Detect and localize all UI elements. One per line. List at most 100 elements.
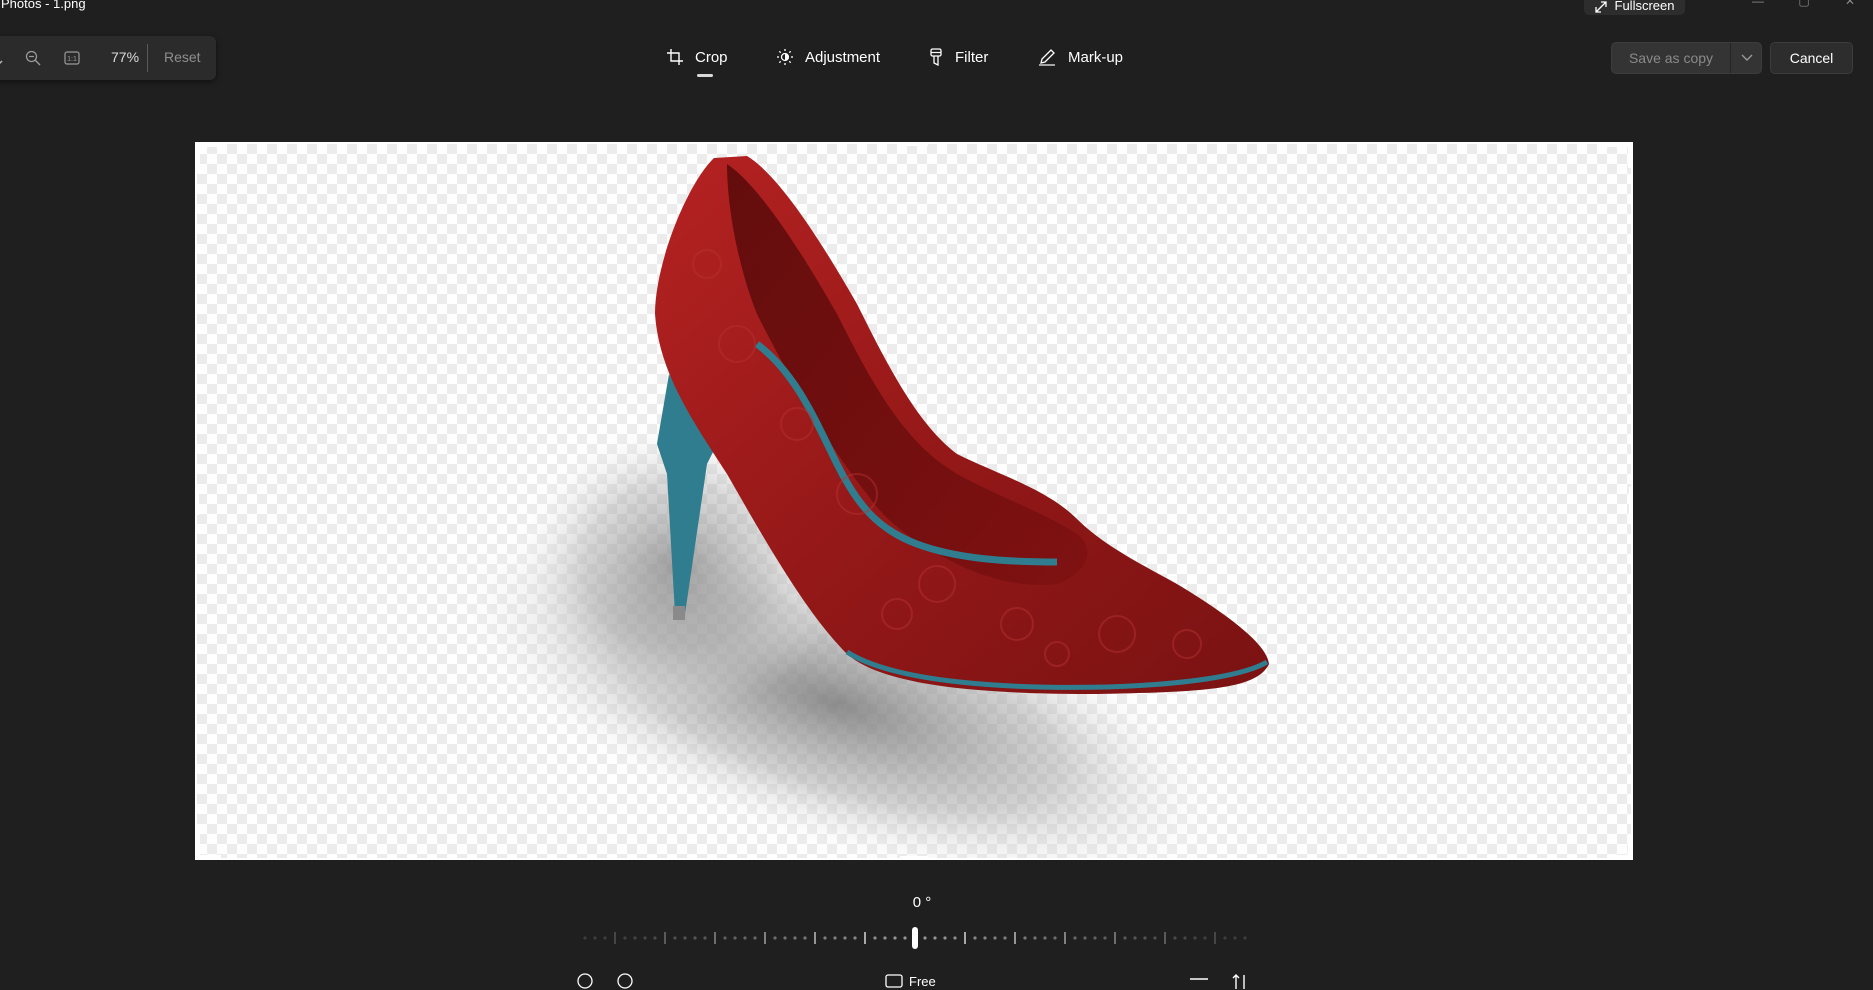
aspect-ratio-dropdown[interactable]: Free [885,972,936,990]
maximize-icon[interactable]: ▢ [1794,0,1814,8]
rotation-minor-tick [943,936,947,940]
rotate-right-icon [617,973,633,989]
rotation-minor-tick [1123,936,1127,940]
crop-handle-left[interactable] [195,487,199,515]
crop-handle-bottom[interactable] [900,856,928,860]
rotation-minor-tick [743,936,747,940]
rotation-minor-tick [593,936,597,940]
minimize-icon[interactable]: — [1748,0,1768,8]
rotation-slider[interactable] [570,924,1260,952]
rotation-minor-tick [683,936,687,940]
crop-handle-top[interactable] [900,142,928,146]
rotation-minor-tick [1003,936,1007,940]
divider [147,44,148,72]
rotation-major-tick [614,932,616,944]
rotation-minor-tick [733,936,737,940]
rotation-minor-tick [833,936,837,940]
rotation-minor-tick [1043,936,1047,940]
tab-filter[interactable]: Filter [929,44,988,70]
rotation-minor-tick [783,936,787,940]
tab-crop[interactable]: Crop [667,44,728,77]
rotation-minor-tick [623,936,627,940]
rotation-minor-tick [693,936,697,940]
rotation-minor-tick [923,936,927,940]
rotation-minor-tick [803,936,807,940]
rotation-minor-tick [883,936,887,940]
rotation-thumb [912,927,918,949]
save-label: Save as copy [1628,50,1714,66]
zoom-out-icon[interactable] [22,47,44,69]
save-options-dropdown[interactable] [1731,43,1762,73]
crop-handle-bottom-right-vertical[interactable] [1628,834,1633,860]
rotation-minor-tick [1183,936,1187,940]
flip-horizontal-button[interactable] [1189,972,1209,990]
chevron-down-icon [1741,54,1752,61]
rotation-minor-tick [1223,936,1227,940]
rotation-minor-tick [823,936,827,940]
rotation-major-tick [1164,932,1166,944]
rotation-minor-tick [583,936,587,940]
rotation-minor-tick [933,936,937,940]
rotation-minor-tick [843,936,847,940]
cancel-button[interactable]: Cancel [1770,42,1853,74]
rotation-minor-tick [1233,936,1237,940]
pen-icon [1039,49,1055,66]
rotation-minor-tick [1073,936,1077,940]
expand-icon [1594,1,1607,13]
rotation-minor-tick [703,936,707,940]
crop-icon [667,49,683,65]
rotation-value: 0 ° [912,894,932,911]
rotation-minor-tick [953,936,957,940]
fullscreen-label: Fullscreen [1614,0,1675,13]
rotation-minor-tick [1083,936,1087,940]
rotation-minor-tick [723,936,727,940]
image-canvas[interactable] [197,144,1631,858]
crop-handle-bottom-left-vertical[interactable] [195,834,200,860]
flip-vertical-button[interactable] [1232,972,1248,990]
rotation-major-tick [664,932,666,944]
rotation-minor-tick [633,936,637,940]
rotation-major-tick [864,932,866,944]
rotation-major-tick [1214,932,1216,944]
active-tab-indicator [697,74,713,77]
crop-handle-right[interactable] [1629,487,1633,515]
rotation-major-tick [1114,932,1116,944]
close-icon[interactable]: ✕ [1840,0,1860,8]
tab-adjustment-label: Adjustment [805,48,881,66]
zoom-in-icon[interactable] [0,47,16,69]
rotation-minor-tick [853,936,857,940]
rotation-minor-tick [983,936,987,940]
flip-vertical-icon [1232,974,1245,989]
zoom-value[interactable]: 77% [111,49,139,65]
rotation-minor-tick [973,936,977,940]
tab-adjustment[interactable]: Adjustment [777,44,880,70]
actual-size-icon[interactable]: 1:1 [61,47,83,69]
svg-text:1:1: 1:1 [67,56,77,63]
rotation-minor-tick [773,936,777,940]
window-title: Photos - 1.png [1,0,86,11]
rotation-major-tick [1014,932,1016,944]
rotation-minor-tick [1093,936,1097,940]
tab-markup[interactable]: Mark-up [1038,44,1123,70]
crop-handle-top-left-vertical[interactable] [195,142,200,168]
rotation-major-tick [764,932,766,944]
save-as-copy-button[interactable]: Save as copy [1611,42,1762,74]
rotation-minor-tick [643,936,647,940]
rotation-minor-tick [893,936,897,940]
fullscreen-button[interactable]: Fullscreen [1584,0,1685,15]
tab-markup-label: Mark-up [1068,48,1124,66]
rotation-minor-tick [1033,936,1037,940]
reset-button[interactable]: Reset [164,49,201,65]
rotate-right-button[interactable] [616,972,634,990]
rotation-minor-tick [1203,936,1207,940]
tab-crop-label: Crop [695,48,728,66]
rotation-minor-tick [603,936,607,940]
rotation-minor-tick [1243,936,1247,940]
rotation-minor-tick [653,936,657,940]
crop-handle-top-right-vertical[interactable] [1628,142,1633,168]
rotate-left-button[interactable] [576,972,594,990]
rotation-major-tick [814,932,816,944]
rotate-left-icon [577,973,593,989]
rotation-minor-tick [1193,936,1197,940]
shoe-image [434,156,1269,858]
